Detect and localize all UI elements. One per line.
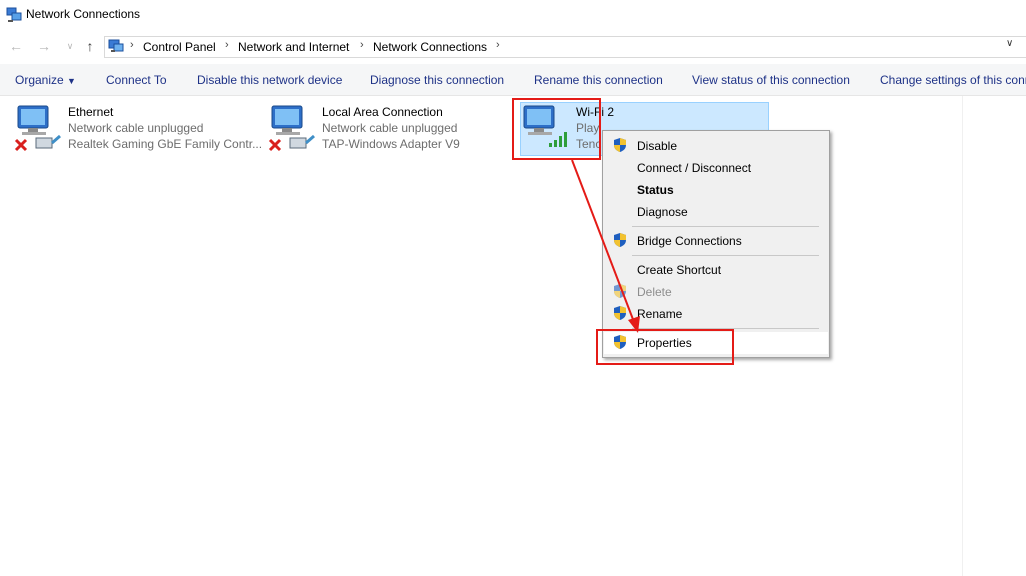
menu-separator xyxy=(632,226,819,227)
menu-item-status[interactable]: Status xyxy=(637,183,674,197)
organize-label: Organize xyxy=(15,73,64,87)
change-settings-button[interactable]: Change settings of this conn xyxy=(880,73,1026,87)
up-arrow-icon[interactable]: ↑ xyxy=(82,38,98,54)
connection-status: Network cable unplugged xyxy=(68,121,204,135)
menu-item-create-shortcut[interactable]: Create Shortcut xyxy=(637,263,721,277)
network-cable-icon xyxy=(35,134,61,149)
recent-locations-chevron-icon[interactable]: ∨ xyxy=(62,38,78,54)
connect-to-button[interactable]: Connect To xyxy=(106,73,167,87)
title-bar xyxy=(0,0,1026,30)
breadcrumb-network-and-internet[interactable]: Network and Internet xyxy=(238,40,349,54)
organize-button[interactable]: Organize ▼ xyxy=(15,73,76,87)
connection-status: Network cable unplugged xyxy=(322,121,458,135)
diagnose-button[interactable]: Diagnose this connection xyxy=(370,73,504,87)
disable-device-button[interactable]: Disable this network device xyxy=(197,73,342,87)
breadcrumb-separator-icon[interactable]: › xyxy=(130,39,134,51)
forward-arrow-icon[interactable]: → xyxy=(36,38,52,54)
menu-item-disable[interactable]: Disable xyxy=(637,139,677,153)
caret-down-icon: ▼ xyxy=(67,76,76,86)
connection-name: Ethernet xyxy=(68,105,114,119)
control-panel-icon xyxy=(108,39,124,52)
network-connections-icon xyxy=(6,7,22,22)
uac-shield-icon xyxy=(614,138,626,152)
error-x-icon xyxy=(14,138,28,152)
breadcrumb-control-panel[interactable]: Control Panel xyxy=(143,40,216,54)
connection-device: Realtek Gaming GbE Family Contr... xyxy=(68,137,263,151)
annotation-box-wifi xyxy=(512,98,601,160)
breadcrumb-separator-icon[interactable]: › xyxy=(225,39,229,51)
annotation-box-properties xyxy=(596,329,734,365)
menu-item-rename[interactable]: Rename xyxy=(637,307,682,321)
uac-shield-icon xyxy=(614,284,626,298)
connection-name: Local Area Connection xyxy=(322,105,443,119)
breadcrumb-separator-icon[interactable]: › xyxy=(496,39,500,51)
menu-item-delete: Delete xyxy=(637,285,672,299)
menu-separator xyxy=(632,255,819,256)
menu-item-connect-disconnect[interactable]: Connect / Disconnect xyxy=(637,161,751,175)
breadcrumb-network-connections[interactable]: Network Connections xyxy=(373,40,487,54)
uac-shield-icon xyxy=(614,233,626,247)
view-status-button[interactable]: View status of this connection xyxy=(692,73,850,87)
menu-item-bridge-connections[interactable]: Bridge Connections xyxy=(637,234,742,248)
rename-button[interactable]: Rename this connection xyxy=(534,73,663,87)
uac-shield-icon xyxy=(614,306,626,320)
back-arrow-icon[interactable]: ← xyxy=(8,38,24,54)
window-title: Network Connections xyxy=(26,7,141,21)
connection-device: TAP-Windows Adapter V9 xyxy=(322,137,460,151)
pane-divider xyxy=(962,96,963,576)
address-dropdown-icon[interactable]: ∨ xyxy=(1006,38,1013,49)
breadcrumb-separator-icon[interactable]: › xyxy=(360,39,364,51)
network-cable-icon xyxy=(289,134,315,149)
error-x-icon xyxy=(268,138,282,152)
menu-item-diagnose[interactable]: Diagnose xyxy=(637,205,688,219)
